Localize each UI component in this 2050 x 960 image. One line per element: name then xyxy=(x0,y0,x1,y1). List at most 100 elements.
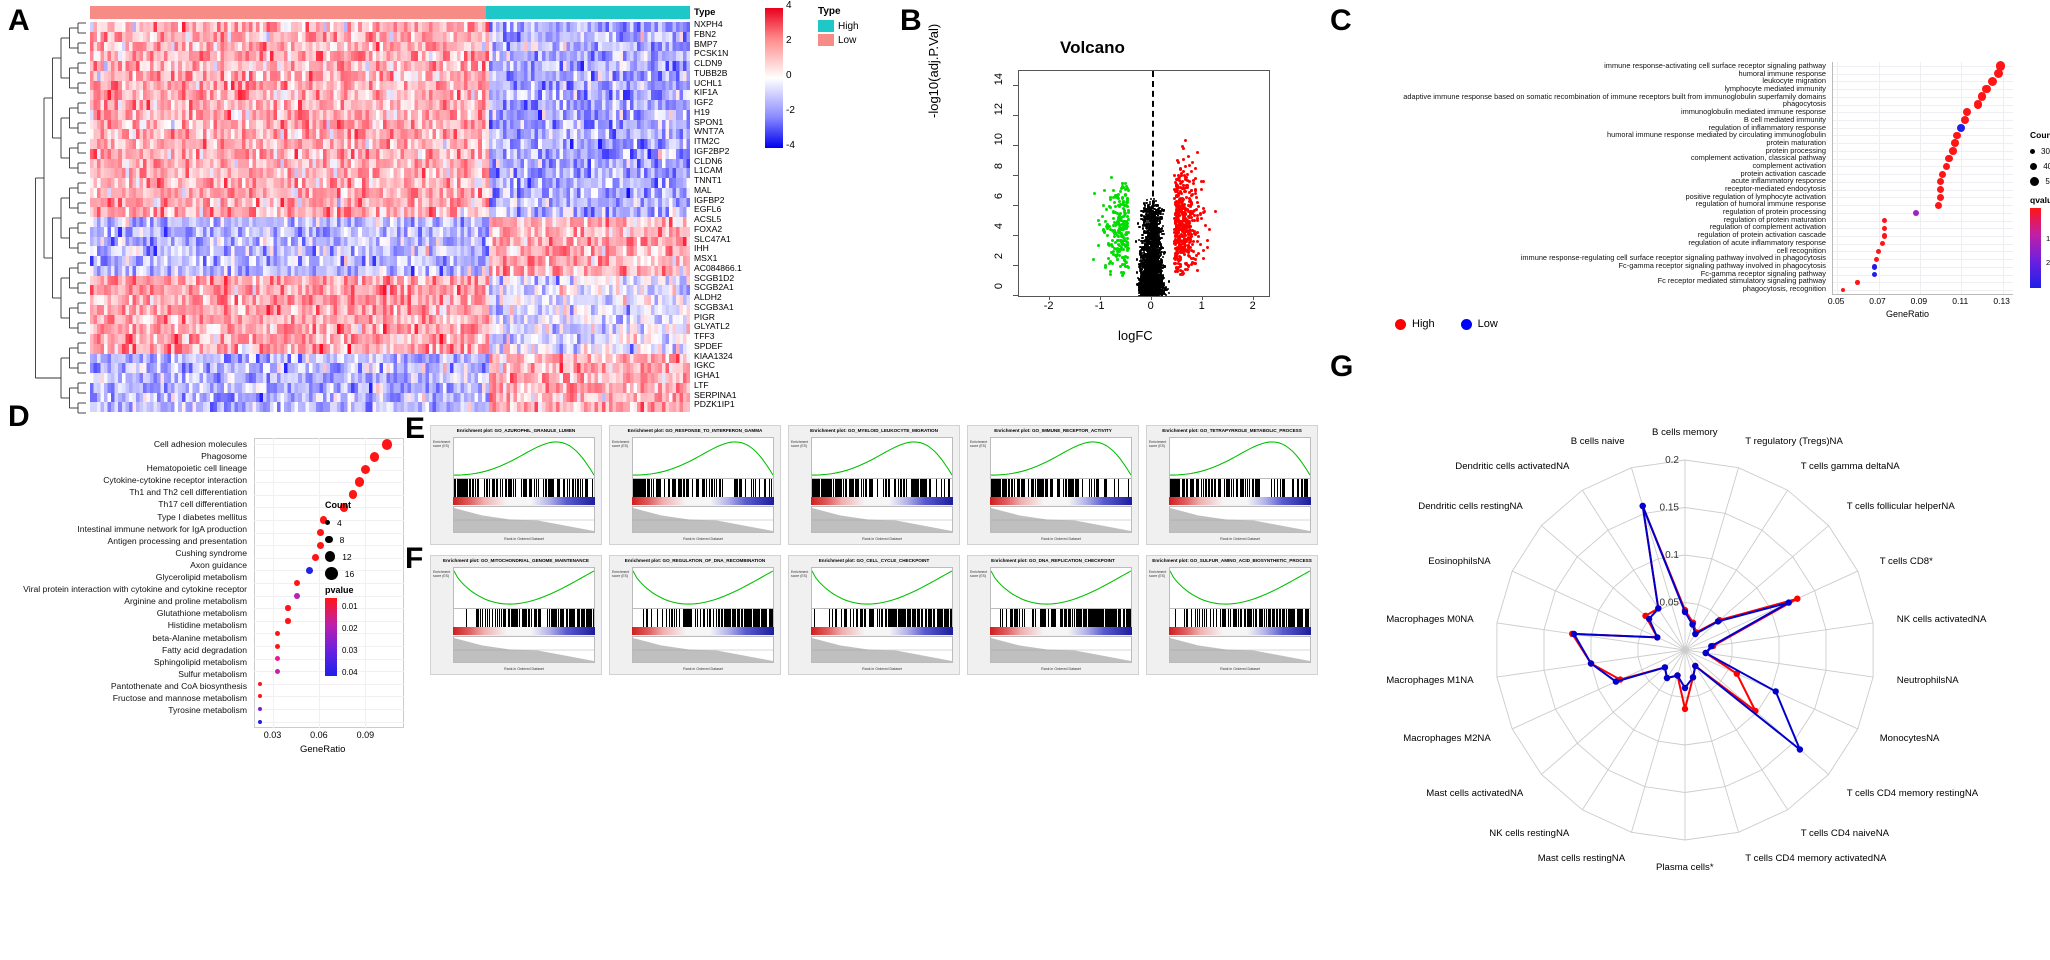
go-legend-label: Low xyxy=(1477,318,1498,330)
gene-label: SLC47A1 xyxy=(694,233,731,244)
go-qvalue-legend: qvalue 1e-13 2e-13 xyxy=(2030,195,2050,288)
kegg-pvalue-legend-title: pvalue xyxy=(325,585,354,595)
volcano-point xyxy=(1138,263,1141,266)
volcano-point xyxy=(1154,243,1158,246)
gsea-rank-gradient-bar xyxy=(990,497,1132,505)
kegg-x-axis-label: GeneRatio xyxy=(300,744,346,755)
go-gridline-v xyxy=(2002,62,2004,294)
volcano-point xyxy=(1111,262,1115,266)
gsea-enrichment-curve-area xyxy=(811,437,953,479)
gsea-rank-gradient-bar xyxy=(632,497,774,505)
gsea-plot-title: Enrichment plot: GO_REGULATION_OF_DNA_RE… xyxy=(624,558,766,563)
go-dotplot-area xyxy=(1832,61,2013,295)
kegg-count-legend-label: 12 xyxy=(342,551,352,562)
volcano-point xyxy=(1159,268,1162,272)
kegg-pvalue-legend: pvalue 0.01 0.02 0.03 0.04 xyxy=(325,585,358,677)
colorbar-tick: 2 xyxy=(786,35,792,46)
volcano-point xyxy=(1197,251,1201,255)
gsea-rank-gradient-bar xyxy=(1169,497,1311,505)
volcano-point xyxy=(1109,272,1113,276)
gsea-x-axis-label: Rank in Ordered Dataset xyxy=(504,537,544,541)
gsea-hit-ticks-area xyxy=(990,608,1132,628)
go-dot xyxy=(1879,241,1886,247)
volcano-point xyxy=(1162,252,1165,256)
go-term-label: humoral immune response xyxy=(1738,68,1827,78)
gsea-enrichment-curve-area xyxy=(990,437,1132,479)
volcano-y-tick-label: 10 xyxy=(993,133,1005,146)
go-dot xyxy=(1973,100,1983,109)
volcano-point xyxy=(1092,192,1096,196)
volcano-y-axis-label: -log10(adj.P.Val) xyxy=(926,23,941,118)
go-legend-label: High xyxy=(1412,318,1435,330)
volcano-title: Volcano xyxy=(1060,38,1125,57)
radar-point xyxy=(1794,595,1801,602)
go-legend-dot xyxy=(1460,318,1472,330)
type-legend-title: Type xyxy=(818,6,841,17)
radar-point xyxy=(1663,674,1671,682)
volcano-point xyxy=(1193,188,1197,192)
kegg-gridline xyxy=(254,456,404,458)
volcano-point xyxy=(1183,138,1187,142)
radar-point xyxy=(1689,621,1696,628)
go-dot xyxy=(1961,115,1970,124)
go-gridline xyxy=(1833,181,2013,183)
kegg-pvalue-tick: 0.03 xyxy=(342,646,358,655)
volcano-y-tick-label: 12 xyxy=(993,103,1005,116)
volcano-point xyxy=(1201,248,1205,252)
volcano-point xyxy=(1119,190,1123,194)
volcano-point xyxy=(1196,269,1200,273)
go-dot xyxy=(1934,201,1943,209)
kegg-count-legend-dot xyxy=(325,520,330,525)
radar-category-label: T cells follicular helperNA xyxy=(1846,500,1955,512)
volcano-point xyxy=(1151,205,1154,208)
kegg-x-tick-label: 0.06 xyxy=(310,730,328,740)
kegg-dot xyxy=(354,477,364,487)
volcano-point xyxy=(1135,258,1138,261)
panel-d-label: D xyxy=(8,400,30,433)
gsea-plot-title: Enrichment plot: GO_MITOCHONDRIAL_GENOME… xyxy=(443,558,589,563)
heatmap-row xyxy=(90,168,690,178)
go-gridline xyxy=(1833,228,2013,230)
volcano-point xyxy=(1195,218,1199,222)
kegg-count-legend-item: 16 xyxy=(325,565,354,582)
radar-point xyxy=(1654,634,1661,641)
volcano-point xyxy=(1151,250,1154,254)
colorbar-tick: -4 xyxy=(786,140,795,151)
volcano-point xyxy=(1200,216,1204,220)
volcano-point xyxy=(1124,193,1128,197)
volcano-point xyxy=(1184,190,1188,194)
volcano-point xyxy=(1156,217,1160,220)
kegg-term-label: Cushing syndrome xyxy=(175,547,247,558)
radar-point xyxy=(1612,678,1620,685)
panel-f-label: F xyxy=(405,542,424,575)
volcano-point xyxy=(1160,246,1163,249)
heatmap-row xyxy=(90,295,690,305)
volcano-point xyxy=(1125,197,1129,200)
go-x-axis-label: GeneRatio xyxy=(1886,309,1930,319)
radar-category-label: NK cells restingNA xyxy=(1489,828,1570,839)
radar-category-label: T cells CD4 memory restingNA xyxy=(1846,788,1979,800)
volcano-point xyxy=(1105,207,1109,211)
gene-label: TNNT1 xyxy=(694,175,722,185)
volcano-point xyxy=(1156,204,1160,207)
type-legend-swatch xyxy=(818,34,834,46)
radar-axis-spoke xyxy=(1684,489,1789,651)
gsea-hit-ticks-area xyxy=(1169,608,1311,628)
radar-radial-tick: 0.15 xyxy=(1660,503,1680,514)
volcano-point xyxy=(1142,207,1146,210)
radar-category-label: NeutrophilsNA xyxy=(1896,675,1959,686)
volcano-point xyxy=(1161,212,1164,216)
go-legend-dot xyxy=(1395,318,1406,330)
volcano-point xyxy=(1101,228,1105,232)
radar-point xyxy=(1689,674,1697,681)
kegg-gridline-v xyxy=(365,438,367,728)
radar-category-label: T cells CD8* xyxy=(1879,555,1933,567)
colorbar-tick: -2 xyxy=(786,105,795,116)
gsea-y-axis-label: Enrichment score (ES) xyxy=(1149,440,1167,448)
gsea-x-axis-label: Rank in Ordered Dataset xyxy=(1220,667,1260,671)
volcano-point xyxy=(1126,246,1130,250)
go-x-tick-label: 0.09 xyxy=(1910,296,1928,306)
volcano-point xyxy=(1117,249,1121,253)
kegg-term-label: Sulfur metabolism xyxy=(178,668,247,679)
volcano-point xyxy=(1141,241,1144,245)
